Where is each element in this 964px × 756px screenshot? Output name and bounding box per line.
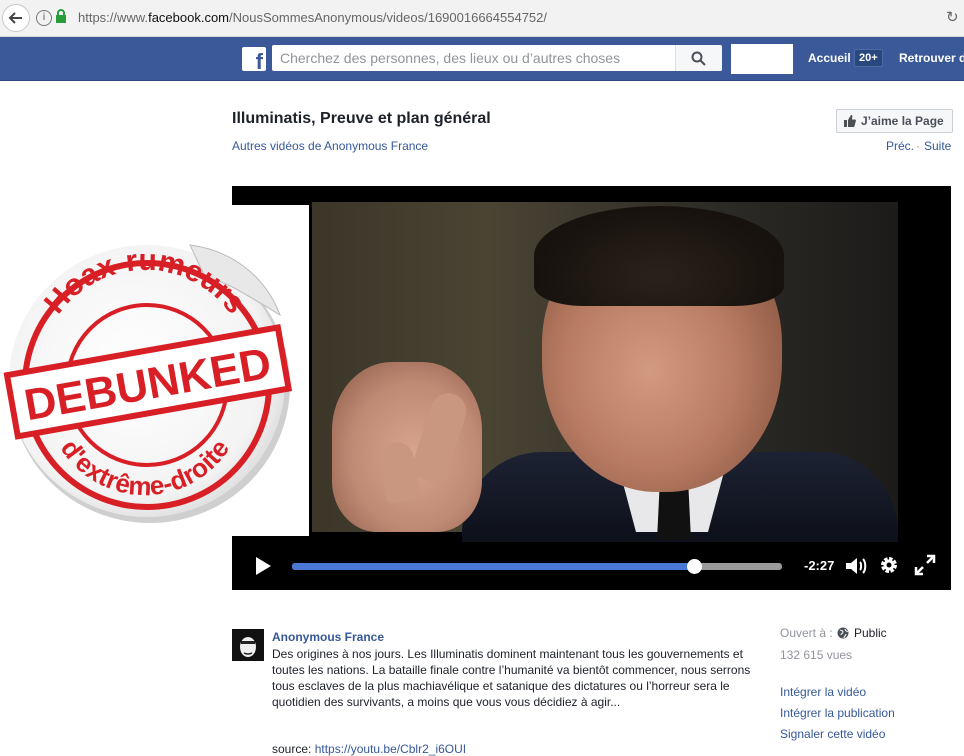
nav-find-friends[interactable]: Retrouver d xyxy=(899,51,964,65)
search-input[interactable] xyxy=(272,45,688,71)
url-prefix: https://www. xyxy=(78,10,149,25)
source-label: source: xyxy=(272,742,312,756)
search-button[interactable] xyxy=(675,45,722,71)
more-videos-link[interactable]: Autres vidéos de Anonymous France xyxy=(232,139,428,153)
debunked-sticker: Hoax-rumeurs d'extrême-droite DEBUNKED xyxy=(0,205,309,536)
nav-home[interactable]: Accueil xyxy=(808,51,851,65)
progress-knob[interactable] xyxy=(686,559,702,574)
nav-separator: · xyxy=(916,139,920,153)
video-frame xyxy=(312,202,898,542)
url-domain: facebook.com xyxy=(148,10,230,25)
back-arrow-icon xyxy=(8,12,22,24)
search-icon xyxy=(691,51,706,66)
globe-icon xyxy=(837,627,849,639)
gear-icon[interactable] xyxy=(878,554,900,576)
notification-badge: 20+ xyxy=(854,49,883,67)
browser-toolbar: i https://www.facebook.com/NousSommesAno… xyxy=(0,0,964,37)
report-video-link[interactable]: Signaler cette vidéo xyxy=(780,727,885,741)
avatar[interactable] xyxy=(232,629,264,661)
like-page-label: J’aime la Page xyxy=(861,114,944,128)
source-line: source: https://youtu.be/Cblr2_i6OUI xyxy=(272,742,466,756)
reload-icon[interactable]: ↻ xyxy=(946,8,959,26)
back-button[interactable] xyxy=(2,4,30,32)
progress-fill xyxy=(292,563,694,570)
previous-video-link[interactable]: Préc. xyxy=(886,139,914,153)
privacy-label: Ouvert à : xyxy=(780,626,833,640)
view-count: 132 615 vues xyxy=(780,648,853,662)
video-player[interactable]: -2:27 xyxy=(232,186,951,590)
video-controls: -2:27 xyxy=(232,544,951,590)
volume-icon[interactable] xyxy=(844,555,868,577)
time-remaining: -2:27 xyxy=(804,558,835,573)
debunked-stamp-icon: Hoax-rumeurs d'extrême-droite DEBUNKED xyxy=(3,244,293,523)
hair-shape xyxy=(534,206,784,306)
source-link[interactable]: https://youtu.be/Cblr2_i6OUI xyxy=(315,742,466,756)
anonymous-mask-icon xyxy=(232,629,264,661)
video-title: Illuminatis, Preuve et plan général xyxy=(232,110,491,127)
url-path: /NousSommesAnonymous/videos/169001666455… xyxy=(229,10,548,25)
facebook-logo[interactable]: f xyxy=(242,47,266,74)
thumbs-up-icon xyxy=(844,115,856,127)
profile-box[interactable] xyxy=(731,44,793,74)
post-author[interactable]: Anonymous France xyxy=(272,630,384,644)
address-bar[interactable]: https://www.facebook.com/NousSommesAnony… xyxy=(78,10,547,25)
search-box xyxy=(272,45,722,71)
like-page-button[interactable]: J’aime la Page xyxy=(836,109,953,133)
audience-label[interactable]: Public xyxy=(854,626,887,640)
fullscreen-icon[interactable] xyxy=(914,554,936,576)
info-icon[interactable]: i xyxy=(36,10,52,26)
progress-bar[interactable] xyxy=(292,559,782,574)
next-video-link[interactable]: Suite xyxy=(924,139,951,153)
facebook-header: f Accueil 20+ Retrouver d xyxy=(0,37,964,81)
play-icon[interactable] xyxy=(254,556,272,576)
post-text: Des origines à nos jours. Les Illuminati… xyxy=(272,647,751,709)
lock-icon xyxy=(56,9,66,23)
embed-video-link[interactable]: Intégrer la vidéo xyxy=(780,685,866,699)
embed-post-link[interactable]: Intégrer la publication xyxy=(780,706,895,720)
